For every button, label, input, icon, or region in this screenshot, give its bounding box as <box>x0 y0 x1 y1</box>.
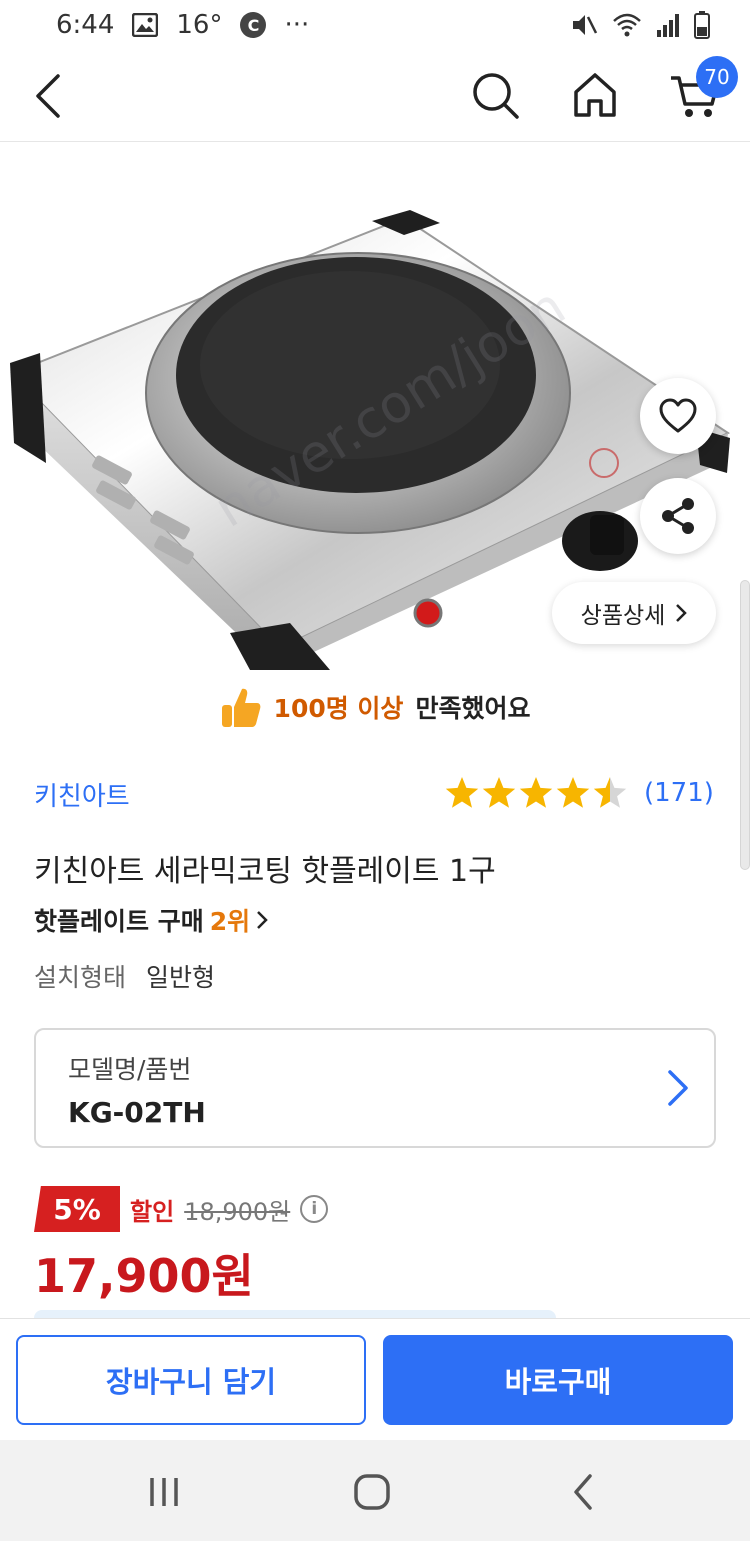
rating[interactable]: (171) <box>444 776 714 810</box>
spec-value: 일반형 <box>146 963 216 992</box>
status-time: 6:44 <box>56 10 115 40</box>
model-label: 모델명/품번 <box>68 1055 192 1084</box>
model-number-box[interactable]: 모델명/품번 KG-02TH <box>34 1028 716 1148</box>
original-price: 18,900원 <box>184 1197 291 1226</box>
price-row: 5% 할인 18,900원 i <box>34 1186 329 1232</box>
ranking-value: 2위 <box>209 907 251 936</box>
star-rating <box>445 777 627 808</box>
brand-link[interactable]: 키친아트 <box>34 776 130 813</box>
share-icon <box>662 498 694 534</box>
mute-icon <box>573 15 598 35</box>
wifi-icon <box>613 13 641 37</box>
thumbs-up-icon <box>221 688 260 727</box>
back-nav-icon[interactable] <box>564 1472 604 1512</box>
product-detail-label: 상품상세 <box>580 603 666 629</box>
search-icon[interactable] <box>468 68 522 122</box>
star-5 <box>593 777 627 808</box>
gallery-icon <box>132 13 159 37</box>
heart-icon <box>659 398 697 433</box>
product-title: 키친아트 세라믹코팅 핫플레이트 1구 <box>34 854 496 889</box>
buy-now-button[interactable]: 바로구매 <box>383 1335 733 1425</box>
product-detail-button[interactable]: 상품상세 <box>552 582 716 644</box>
top-navigation <box>0 50 750 142</box>
star-3 <box>519 777 553 808</box>
final-price: 17,900원 <box>34 1249 254 1303</box>
add-to-cart-button[interactable]: 장바구니 담기 <box>16 1335 366 1425</box>
signal-icon <box>657 14 679 37</box>
battery-icon <box>694 11 710 39</box>
ranking-link[interactable]: 핫플레이트 구매 2위 <box>34 902 268 938</box>
home-nav-icon[interactable] <box>352 1472 392 1512</box>
model-value: KG-02TH <box>68 1096 206 1129</box>
spec-row: 설치형태 일반형 <box>34 958 215 994</box>
bottom-action-bar: 장바구니 담기 바로구매 <box>0 1318 750 1440</box>
recent-apps-icon[interactable] <box>144 1472 184 1512</box>
chevron-right-icon <box>257 911 268 929</box>
discount-label: 할인 <box>130 1197 175 1226</box>
home-icon[interactable] <box>568 68 622 122</box>
star-2 <box>482 777 516 808</box>
share-button[interactable] <box>640 478 716 554</box>
satisfaction-text: 만족했어요 <box>415 694 531 723</box>
chevron-right-icon <box>676 604 688 622</box>
star-4 <box>556 777 590 808</box>
info-icon[interactable]: i <box>300 1195 329 1223</box>
status-more: ··· <box>284 10 310 40</box>
carrier-badge: C <box>240 12 267 38</box>
review-count[interactable]: (171) <box>644 778 714 808</box>
spec-key: 설치형태 <box>34 963 127 992</box>
ranking-prefix: 핫플레이트 구매 <box>34 907 204 936</box>
chevron-right-icon <box>668 1070 688 1106</box>
satisfaction-highlight: 100명 이상 <box>273 694 404 723</box>
wishlist-button[interactable] <box>640 378 716 454</box>
status-bar: 6:44 16° C ··· <box>0 0 750 50</box>
star-1 <box>445 777 479 808</box>
status-temperature: 16° <box>176 10 223 40</box>
discount-badge: 5% <box>34 1186 120 1232</box>
cart-count-badge: 70 <box>696 56 738 98</box>
back-chevron-icon[interactable] <box>26 70 74 122</box>
satisfaction-banner: 100명 이상 만족했어요 <box>0 680 750 734</box>
system-navigation-bar <box>0 1440 750 1541</box>
